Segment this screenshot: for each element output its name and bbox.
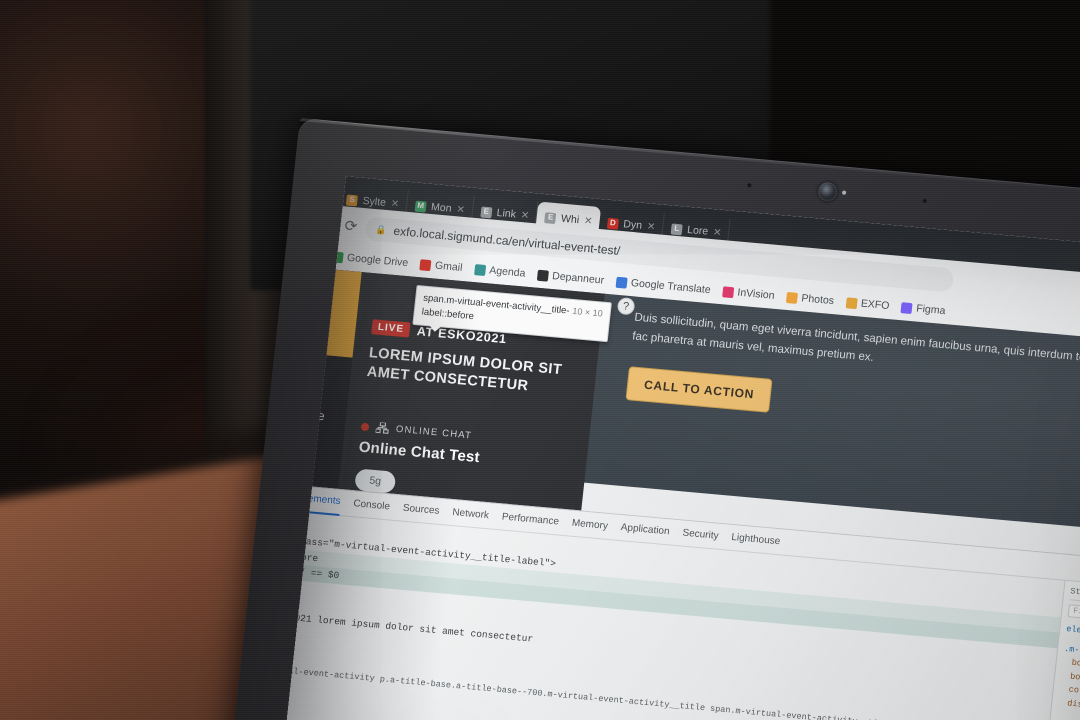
laptop-screen: GMus✕SSylte✕MMon✕ELink✕EWhi✕DDyn✕LLore✕ … (282, 176, 1080, 720)
bookmark-favicon-icon (785, 291, 799, 304)
devtools-tab-performance[interactable]: Performance (501, 511, 559, 527)
tab-favicon-icon: D (606, 217, 619, 230)
bookmark-favicon-icon (419, 258, 432, 271)
devtools-tab-sources[interactable]: Sources (402, 503, 440, 517)
bookmark-item[interactable]: Google Drive (331, 250, 409, 270)
devtools-tab-memory[interactable]: Memory (571, 518, 608, 532)
bookmark-favicon-icon (615, 276, 628, 289)
tab-label: Sylte (362, 194, 387, 209)
bookmark-item[interactable]: Depanneur (536, 269, 605, 287)
bookmark-item[interactable]: Photos (785, 291, 835, 308)
bookmark-item[interactable]: Gmail (419, 258, 463, 274)
tab-favicon-icon: E (480, 205, 493, 218)
devtools-tab-lighthouse[interactable]: Lighthouse (731, 532, 781, 547)
bookmark-favicon-icon (536, 269, 549, 282)
tab-close-icon[interactable]: ✕ (520, 210, 530, 222)
tab-close-icon[interactable]: ✕ (713, 227, 723, 239)
live-dot-icon (360, 422, 370, 431)
bookmark-label: Google Translate (630, 277, 712, 297)
tab-label: Lore (686, 223, 709, 238)
bookmark-favicon-icon (473, 263, 486, 276)
bookmark-label: InVision (736, 286, 776, 302)
people-icon (375, 421, 389, 434)
tab-close-icon[interactable]: ✕ (584, 215, 594, 227)
tab-favicon-icon: E (544, 211, 557, 224)
webcam-icon (817, 181, 839, 202)
devtools-tab-security[interactable]: Security (682, 528, 719, 542)
live-badge: LIVE (371, 319, 411, 338)
bookmark-item[interactable]: EXFO (845, 296, 890, 312)
tab-favicon-icon: S (346, 193, 359, 206)
tab-close-icon[interactable]: ✕ (456, 204, 466, 216)
devtools-tab-console[interactable]: Console (353, 498, 391, 512)
lock-icon: 🔒 (374, 223, 388, 235)
tab-close-icon[interactable]: ✕ (646, 221, 656, 233)
tab-label: Link (496, 206, 517, 221)
inspector-dimensions: 10 × 10 (571, 305, 604, 319)
bookmark-item[interactable]: Agenda (473, 263, 527, 280)
tab-label: Whi (560, 212, 580, 227)
bookmark-label: Gmail (434, 259, 464, 274)
tab-favicon-icon: M (414, 200, 427, 213)
bookmark-label: Agenda (488, 264, 527, 280)
style-rule: .m-virtual-event-activity {border-left: … (1057, 643, 1080, 720)
bookmark-label: EXFO (860, 297, 891, 313)
bookmark-item[interactable]: Figma (900, 301, 947, 318)
inspector-selector: span.m-virtual-event-activity__title-lab… (421, 292, 571, 322)
bookmark-item[interactable]: Google Translate (615, 276, 711, 296)
tab-favicon-icon: L (670, 222, 683, 235)
microphone-hole-left (747, 183, 752, 188)
styles-tab-styles[interactable]: Styles (1070, 586, 1080, 599)
bookmark-favicon-icon (900, 301, 913, 314)
reload-icon[interactable]: ⟳ (344, 216, 358, 235)
tab-close-icon[interactable]: ✕ (390, 198, 400, 210)
bookmark-label: Figma (915, 302, 947, 318)
bookmark-favicon-icon (721, 285, 735, 298)
bookmark-label: Depanneur (551, 270, 605, 287)
tab-label: Dyn (622, 218, 643, 232)
tab-label: Mon (430, 201, 453, 215)
bookmark-favicon-icon (845, 296, 858, 309)
bookmark-item[interactable]: InVision (721, 285, 776, 302)
webcam-indicator-icon (841, 190, 847, 195)
bookmark-label: Photos (800, 292, 835, 308)
microphone-hole-right (922, 198, 927, 204)
devtools-tab-application[interactable]: Application (620, 522, 670, 537)
bookmark-label: Google Drive (346, 251, 409, 270)
photo-scene: GMus✕SSylte✕MMon✕ELink✕EWhi✕DDyn✕LLore✕ … (0, 0, 1080, 720)
style-property[interactable]: display: block; (1057, 697, 1080, 720)
laptop: GMus✕SSylte✕MMon✕ELink✕EWhi✕DDyn✕LLore✕ … (224, 118, 1080, 720)
devtools-tab-network[interactable]: Network (452, 507, 490, 521)
screen-content: GMus✕SSylte✕MMon✕ELink✕EWhi✕DDyn✕LLore✕ … (282, 176, 1080, 720)
styles-rules: element.style {.m-virtual-event-activity… (1057, 623, 1080, 720)
